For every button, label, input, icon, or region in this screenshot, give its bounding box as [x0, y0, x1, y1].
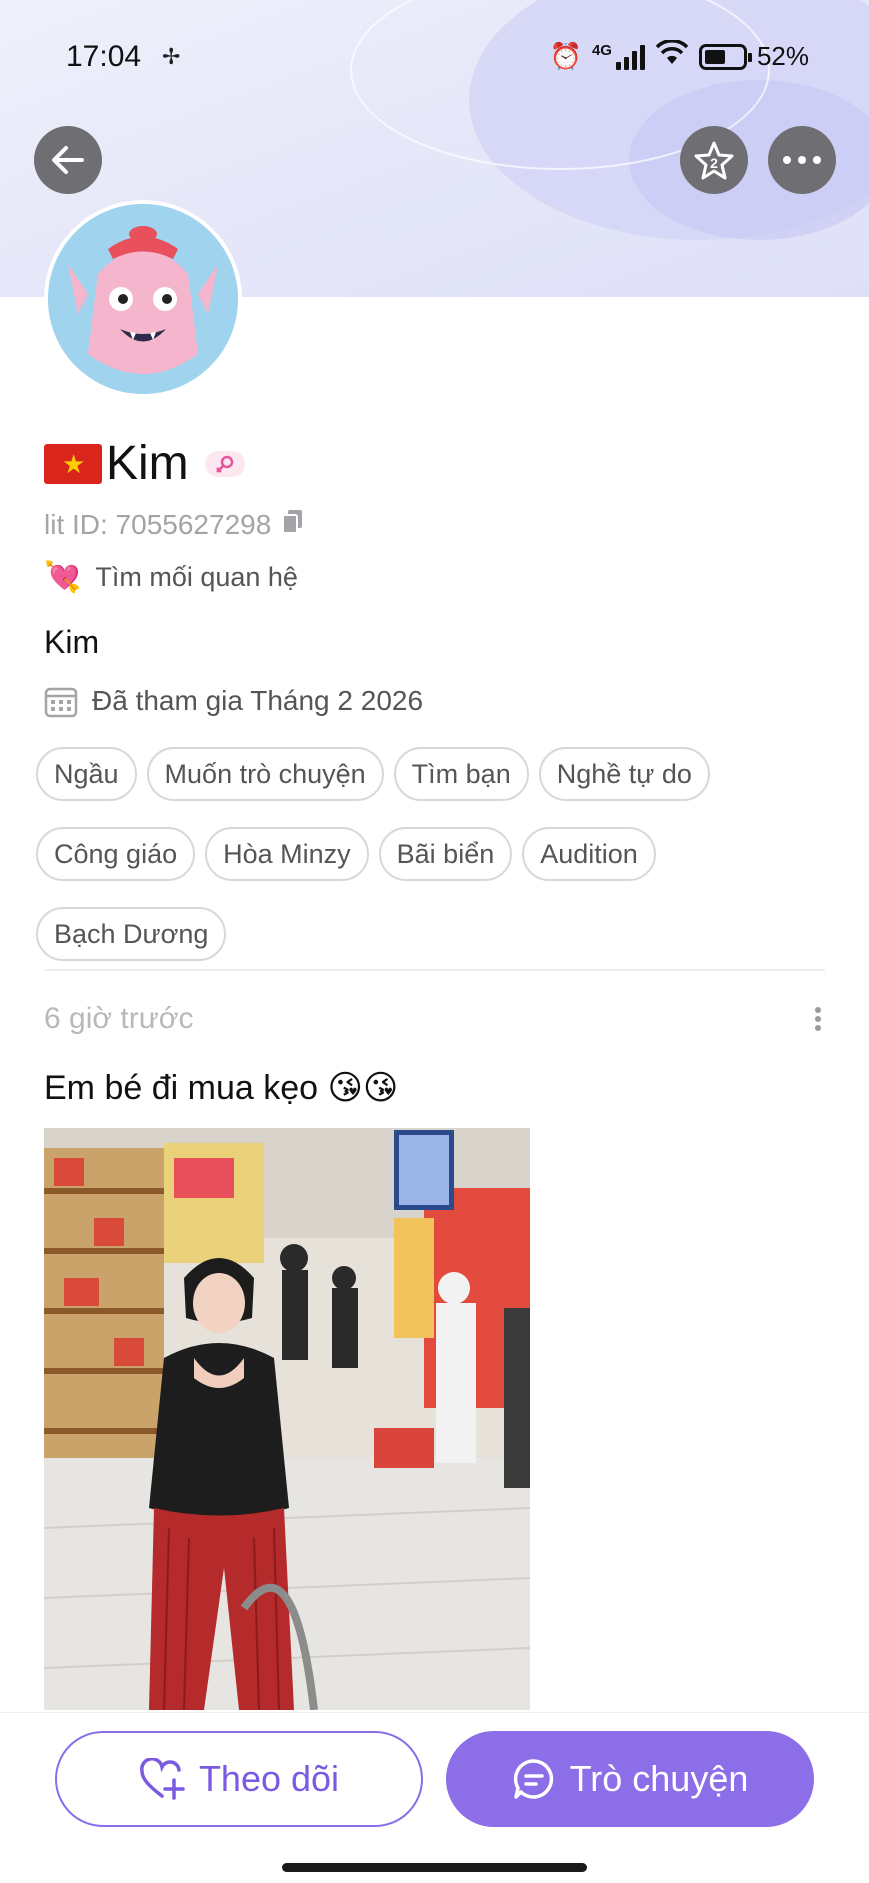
seeking-text: Tìm mối quan hệ [95, 562, 298, 592]
interest-tags: Ngầu Muốn trò chuyện Tìm bạn Nghề tự do … [36, 747, 836, 961]
heart-plus-icon [140, 1758, 185, 1800]
bottom-action-bar: Theo dõi Trò chuyện [0, 1712, 869, 1883]
network-label: 4G [591, 42, 612, 59]
seeking-row: 💘 Tìm mối quan hệ [44, 560, 298, 595]
tag-chip[interactable]: Công giáo [36, 827, 196, 881]
profile-name: Kim [106, 437, 189, 490]
tag-chip[interactable]: Bạch Dương [36, 907, 227, 961]
home-indicator[interactable] [282, 1863, 587, 1872]
avatar[interactable] [44, 200, 242, 398]
tag-chip[interactable]: Ngầu [36, 747, 137, 801]
copy-icon[interactable] [281, 508, 305, 541]
lit-id: lit ID: 7055627298 [44, 508, 305, 541]
more-button[interactable] [768, 126, 836, 194]
display-name: Kim [44, 624, 100, 660]
post-photo[interactable] [44, 1128, 530, 1710]
follow-button[interactable]: Theo dõi [55, 1731, 423, 1827]
profile-name-row: ★ Kim [44, 436, 245, 491]
battery-icon [698, 43, 752, 70]
lit-id-text: lit ID: 7055627298 [44, 508, 272, 540]
heart-arrow-icon: 💘 [44, 561, 82, 594]
tag-chip[interactable]: Hòa Minzy [205, 827, 369, 881]
back-button[interactable] [34, 126, 102, 194]
tag-chip[interactable]: Nghề tự do [538, 747, 710, 801]
vietnam-flag-icon: ★ [44, 443, 102, 484]
post-more-button[interactable] [808, 1002, 828, 1036]
post-time: 6 giờ trước [44, 1002, 194, 1035]
fan-icon: ✢ [162, 44, 181, 69]
status-icons: ⏰ 4G 52% [549, 39, 809, 73]
alarm-icon: ⏰ [549, 41, 582, 71]
signal-icon [615, 44, 645, 70]
more-vertical-icon [815, 1007, 821, 1013]
arrow-left-icon [52, 146, 84, 174]
more-horizontal-icon [783, 156, 821, 164]
calendar-icon [44, 687, 78, 718]
chat-label: Trò chuyện [569, 1758, 749, 1799]
tag-chip[interactable]: Tìm bạn [393, 747, 529, 801]
divider [44, 969, 825, 971]
star-icon: 2 [694, 141, 734, 180]
svg-text:2: 2 [710, 155, 718, 171]
status-bar: 17:04 ✢ ⏰ 4G 52% [0, 36, 869, 76]
joined-row: Đã tham gia Tháng 2 2026 [44, 684, 423, 718]
follow-label: Theo dõi [198, 1758, 340, 1799]
wifi-icon [655, 39, 689, 73]
chat-button[interactable]: Trò chuyện [446, 1731, 814, 1827]
joined-text: Đã tham gia Tháng 2 2026 [92, 685, 424, 716]
post-text: Em bé đi mua kẹo 😘😘 [44, 1069, 399, 1107]
chat-icon [513, 1759, 553, 1799]
star-button[interactable]: 2 [680, 126, 748, 194]
tag-chip[interactable]: Bãi biển [378, 827, 513, 881]
tag-chip[interactable]: Muốn trò chuyện [146, 747, 384, 801]
tag-chip[interactable]: Audition [522, 827, 656, 881]
status-time: 17:04 [66, 40, 142, 73]
battery-percent: 52% [756, 41, 809, 71]
female-icon [204, 450, 245, 477]
